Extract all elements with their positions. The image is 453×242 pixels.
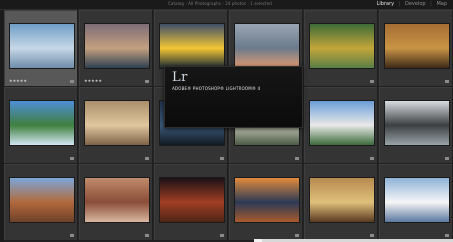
photo-cell[interactable] [4, 164, 78, 241]
metadata-badge-icon[interactable] [370, 80, 374, 83]
credits-text [172, 96, 296, 118]
photo-cell[interactable] [379, 10, 453, 87]
photo-thumbnail[interactable] [310, 178, 374, 222]
photo-thumbnail[interactable] [85, 101, 149, 145]
photo-caption [158, 166, 220, 170]
splash-screen: Lr ADOBE® PHOTOSHOP® LIGHTROOM® 4 [164, 66, 303, 128]
metadata-badge-icon[interactable] [445, 80, 449, 83]
photo-thumbnail[interactable] [385, 178, 449, 222]
photo-caption [8, 89, 70, 93]
photo-thumbnail[interactable] [310, 24, 374, 68]
metadata-badge-icon[interactable] [70, 234, 74, 237]
module-picker: Library | Develop | Map [374, 1, 447, 7]
photo-cell[interactable] [379, 87, 453, 164]
photo-caption [308, 12, 370, 16]
photo-caption [83, 166, 145, 170]
photo-cell[interactable] [304, 164, 378, 241]
photo-cell[interactable]: ★★★★★ [79, 10, 153, 87]
module-map[interactable]: Map [436, 1, 447, 7]
photo-cell[interactable] [79, 164, 153, 241]
photo-caption [308, 89, 370, 93]
metadata-badge-icon[interactable] [70, 80, 74, 83]
photo-thumbnail[interactable] [385, 24, 449, 68]
photo-cell[interactable] [79, 87, 153, 164]
photo-cell[interactable] [304, 87, 378, 164]
photo-cell[interactable] [229, 164, 303, 241]
top-bar: Catalog · All Photographs · 24 photos · … [0, 0, 453, 10]
photo-caption [383, 12, 445, 16]
star-rating[interactable]: ★★★★★ [84, 79, 102, 83]
metadata-badge-icon[interactable] [145, 157, 149, 160]
metadata-badge-icon[interactable] [145, 80, 149, 83]
metadata-badge-icon[interactable] [220, 234, 224, 237]
photo-caption [83, 12, 145, 16]
photo-caption [8, 166, 70, 170]
photo-caption [83, 89, 145, 93]
photo-cell[interactable] [304, 10, 378, 87]
photo-thumbnail[interactable] [10, 101, 74, 145]
metadata-badge-icon[interactable] [445, 157, 449, 160]
photo-thumbnail[interactable] [235, 24, 299, 68]
photo-thumbnail[interactable] [310, 101, 374, 145]
photo-thumbnail[interactable] [235, 178, 299, 222]
metadata-badge-icon[interactable] [445, 234, 449, 237]
metadata-badge-icon[interactable] [295, 157, 299, 160]
module-separator: | [398, 1, 401, 7]
photo-thumbnail[interactable] [10, 178, 74, 222]
photo-thumbnail[interactable] [10, 24, 74, 68]
module-develop[interactable]: Develop [405, 1, 426, 7]
metadata-badge-icon[interactable] [70, 157, 74, 160]
metadata-badge-icon[interactable] [145, 234, 149, 237]
photo-thumbnail[interactable] [160, 178, 224, 222]
product-name: ADOBE® PHOTOSHOP® LIGHTROOM® 4 [172, 86, 261, 91]
photo-thumbnail[interactable] [85, 24, 149, 68]
filmstrip-breadcrumb[interactable]: Catalog · All Photographs · 24 photos · … [168, 1, 272, 6]
photo-caption [383, 89, 445, 93]
module-library[interactable]: Library [377, 1, 394, 7]
metadata-badge-icon[interactable] [295, 234, 299, 237]
module-separator: | [430, 1, 432, 7]
photo-thumbnail[interactable] [385, 101, 449, 145]
photo-caption [233, 166, 295, 170]
photo-cell[interactable] [154, 164, 228, 241]
photo-cell[interactable] [4, 87, 78, 164]
photo-caption [158, 12, 220, 16]
star-rating[interactable]: ★★★★★ [9, 79, 27, 83]
photo-thumbnail[interactable] [160, 24, 224, 68]
metadata-badge-icon[interactable] [370, 234, 374, 237]
lightroom-logo: Lr [172, 70, 188, 85]
photo-thumbnail[interactable] [85, 178, 149, 222]
photo-caption [8, 12, 70, 16]
photo-caption [383, 166, 445, 170]
photo-caption [233, 12, 295, 16]
photo-caption [308, 166, 370, 170]
metadata-badge-icon[interactable] [370, 157, 374, 160]
photo-cell[interactable] [379, 164, 453, 241]
photo-cell[interactable]: ★★★★★ [4, 10, 78, 87]
metadata-badge-icon[interactable] [220, 157, 224, 160]
